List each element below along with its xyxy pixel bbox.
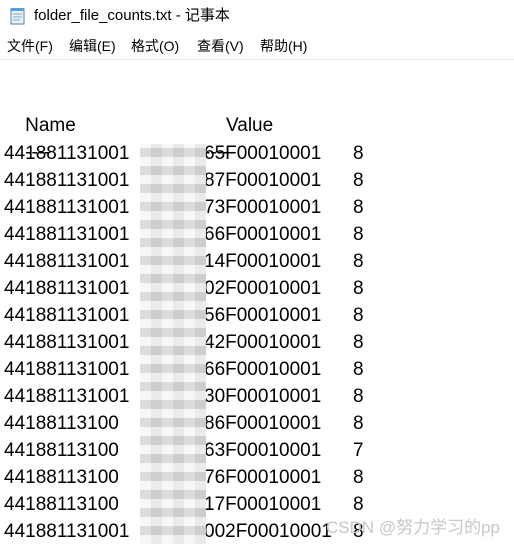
row-value: 7	[353, 440, 364, 461]
row-value: 8	[353, 143, 364, 164]
row-value: 8	[353, 386, 364, 407]
row-name-suffix: 42F00010001	[204, 332, 322, 353]
row-name-prefix: 441881131001	[4, 251, 130, 272]
row-name-prefix: 441881131001	[4, 170, 130, 191]
menu-format[interactable]: 格式(O)	[131, 37, 179, 55]
menu-view[interactable]: 查看(V)	[197, 37, 244, 55]
title-bar: folder_file_counts.txt - 记事本	[0, 0, 514, 32]
row-name-prefix: 441881131001	[4, 359, 130, 380]
notepad-icon	[10, 8, 25, 25]
row-name-prefix: 441881131001	[4, 197, 130, 218]
row-value: 8	[353, 251, 364, 272]
row-name-prefix: 441881131001	[4, 332, 130, 353]
row-name-suffix: 73F00010001	[204, 197, 322, 218]
text-editor[interactable]: Name Value ---- ----- 441881131001 65F00010…	[0, 60, 514, 544]
row-value: 8	[353, 278, 364, 299]
row-name-prefix: 441881131001	[4, 278, 130, 299]
row-name-prefix: 44188113100	[4, 413, 119, 434]
row-name-suffix: 17F00010001	[204, 494, 322, 515]
row-name-suffix: 66F00010001	[204, 224, 322, 245]
row-value: 8	[353, 170, 364, 191]
row-value: 8	[353, 359, 364, 380]
menu-bar: 文件(F) 编辑(E) 格式(O) 查看(V) 帮助(H)	[0, 33, 514, 60]
row-name-suffix: 56F00010001	[204, 305, 322, 326]
row-name-prefix: 44188113100	[4, 467, 119, 488]
row-name-prefix: 441881131001	[4, 521, 130, 542]
row-name-suffix: 65F00010001	[204, 143, 322, 164]
row-name-suffix: 66F00010001	[204, 359, 322, 380]
row-value: 8	[353, 413, 364, 434]
row-name-prefix: 441881131001	[4, 224, 130, 245]
row-name-suffix: 87F00010001	[204, 170, 322, 191]
row-name-suffix: 14F00010001	[204, 251, 322, 272]
row-name-suffix: 76F00010001	[204, 467, 322, 488]
row-name-prefix: 44188113100	[4, 440, 119, 461]
row-name-prefix: 44188113100	[4, 494, 119, 515]
row-value: 8	[353, 305, 364, 326]
row-value: 8	[353, 332, 364, 353]
row-name-suffix: 002F00010001	[204, 521, 332, 542]
row-name-suffix: 86F00010001	[204, 413, 322, 434]
row-value: 8	[353, 224, 364, 245]
row-name-prefix: 441881131001	[4, 305, 130, 326]
row-name-prefix: 441881131001	[4, 386, 130, 407]
row-name-suffix: 30F00010001	[204, 386, 322, 407]
row-value: 8	[353, 197, 364, 218]
window-title: folder_file_counts.txt - 记事本	[34, 7, 230, 24]
row-name-suffix: 63F00010001	[204, 440, 322, 461]
watermark: CSDN @努力学习的pp	[325, 518, 500, 537]
menu-file[interactable]: 文件(F)	[7, 37, 53, 55]
pixelated-redaction	[140, 144, 206, 544]
header-value: Value	[226, 115, 274, 136]
row-value: 8	[353, 467, 364, 488]
menu-edit[interactable]: 编辑(E)	[69, 37, 116, 55]
menu-help[interactable]: 帮助(H)	[260, 37, 307, 55]
row-name-prefix: 441881131001	[4, 143, 130, 164]
row-name-suffix: 02F00010001	[204, 278, 322, 299]
